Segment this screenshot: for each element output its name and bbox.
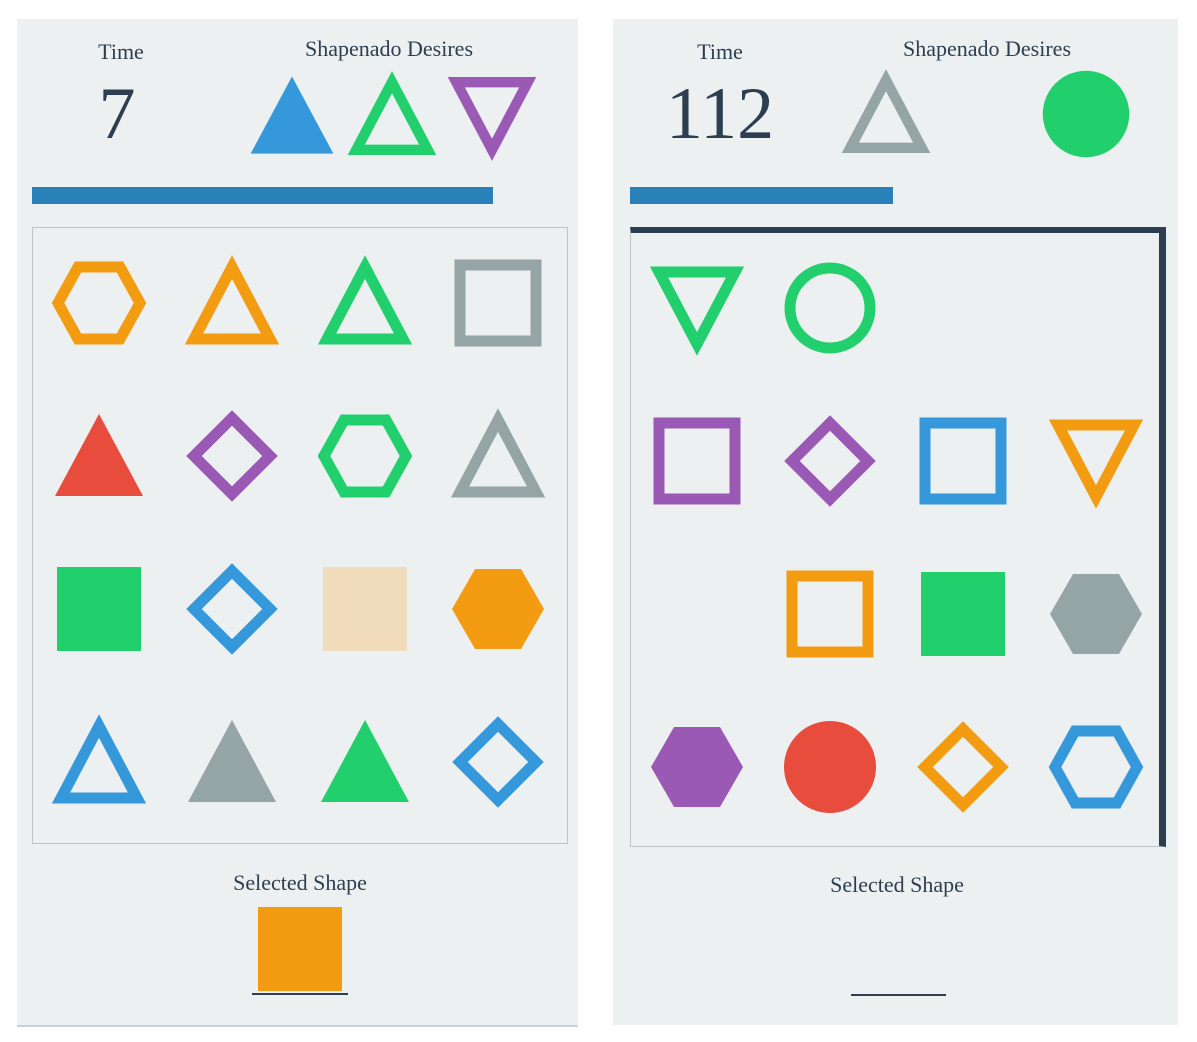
selected-square-orange-filled-icon — [250, 899, 350, 999]
game-screen-right: Time 112 Shapenado Desires Selected Shap… — [613, 19, 1178, 1025]
grid-cell-triangle-orange-outline-icon[interactable] — [182, 253, 282, 353]
desires-label: Shapenado Desires — [902, 36, 1072, 61]
grid-cell-triangle-green-outline-icon[interactable] — [315, 253, 415, 353]
time-value: 112 — [665, 73, 775, 155]
grid-cell-triangle-gray-filled-icon[interactable] — [182, 712, 282, 812]
desired-triangle-blue-filled-icon — [245, 69, 339, 163]
grid-cell-triangle-red-filled-icon[interactable] — [49, 406, 149, 506]
grid-cell-triangle-green-filled-icon[interactable] — [315, 712, 415, 812]
grid-cell-square-gray-outline-icon[interactable] — [448, 253, 548, 353]
timer-progress-bar — [32, 187, 493, 204]
time-label: Time — [697, 39, 743, 64]
grid-cell-square-blue-outline-icon[interactable] — [913, 411, 1013, 511]
grid-cell-hexagon-green-outline-icon[interactable] — [315, 406, 415, 506]
desired-triangle-gray-outline-icon — [839, 67, 933, 161]
grid-cell-empty[interactable] — [647, 564, 747, 664]
timer-progress-bar — [630, 187, 893, 204]
shape-grid — [630, 227, 1166, 847]
grid-cell-empty[interactable] — [1046, 258, 1146, 358]
grid-cell-diamond-purple-outline-icon[interactable] — [182, 406, 282, 506]
grid-cell-hexagon-purple-filled-icon[interactable] — [647, 717, 747, 817]
grid-cell-diamond-blue-outline-icon[interactable] — [182, 559, 282, 659]
desired-triangle-down-purple-outline-icon — [445, 69, 539, 163]
time-value: 7 — [98, 73, 136, 155]
grid-cell-diamond-blue-outline-icon[interactable] — [448, 712, 548, 812]
grid-cell-square-beige-filled-icon[interactable] — [315, 559, 415, 659]
grid-cell-empty[interactable] — [913, 258, 1013, 358]
desired-triangle-green-outline-icon — [345, 69, 439, 163]
grid-cell-triangle-gray-outline-icon[interactable] — [448, 406, 548, 506]
grid-cell-triangle-down-green-outline-icon[interactable] — [647, 258, 747, 358]
grid-cell-square-green-filled-icon[interactable] — [913, 564, 1013, 664]
grid-cell-diamond-purple-outline-icon[interactable] — [780, 411, 880, 511]
selected-shape-label: Selected Shape — [830, 872, 964, 897]
grid-cell-square-purple-outline-icon[interactable] — [647, 411, 747, 511]
shape-grid — [32, 227, 568, 844]
time-label: Time — [98, 39, 144, 64]
grid-cell-hexagon-gray-filled-icon[interactable] — [1046, 564, 1146, 664]
desires-label: Shapenado Desires — [304, 36, 474, 61]
grid-cell-diamond-orange-outline-icon[interactable] — [913, 717, 1013, 817]
desired-circle-green-filled-icon — [1039, 67, 1133, 161]
game-screen-left: Time 7 Shapenado Desires Selected Shape — [17, 19, 578, 1027]
selected-shape-slot[interactable] — [250, 899, 350, 999]
grid-cell-triangle-blue-outline-icon[interactable] — [49, 712, 149, 812]
grid-cell-hexagon-orange-outline-icon[interactable] — [49, 253, 149, 353]
selected-shape-underline — [252, 993, 348, 995]
grid-cell-triangle-down-orange-outline-icon[interactable] — [1046, 411, 1146, 511]
selected-shape-underline — [851, 994, 946, 996]
grid-cell-square-orange-outline-icon[interactable] — [780, 564, 880, 664]
grid-cell-circle-red-filled-icon[interactable] — [780, 717, 880, 817]
grid-cell-square-green-filled-icon[interactable] — [49, 559, 149, 659]
grid-cell-hexagon-blue-outline-icon[interactable] — [1046, 717, 1146, 817]
selected-shape-label: Selected Shape — [233, 870, 367, 895]
grid-cell-circle-green-outline-icon[interactable] — [780, 258, 880, 358]
grid-cell-hexagon-orange-filled-icon[interactable] — [448, 559, 548, 659]
